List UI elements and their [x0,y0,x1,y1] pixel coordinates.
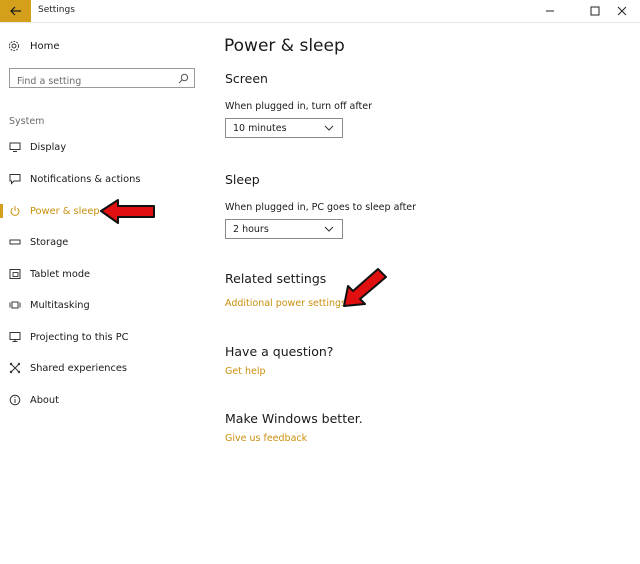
maximize-icon [590,6,600,16]
sidebar-item-multitasking[interactable]: Multitasking [0,293,200,317]
get-help-link[interactable]: Get help [225,366,266,377]
sleep-heading: Sleep [225,172,260,187]
info-icon [9,394,21,406]
sidebar-item-label: Tablet mode [30,268,91,280]
share-icon [9,362,21,374]
sidebar-item-about[interactable]: About [0,388,200,412]
dropdown-value: 10 minutes [233,123,287,134]
search-box[interactable] [9,68,195,91]
page-title: Power & sleep [224,36,345,56]
sidebar-item-label: About [30,394,59,406]
search-icon[interactable] [178,73,189,84]
sidebar-item-storage[interactable]: Storage [0,230,200,254]
related-settings-heading: Related settings [225,271,327,286]
chevron-down-icon [324,226,334,232]
feedback-heading: Make Windows better. [225,411,363,426]
monitor-icon [9,141,21,153]
minimize-icon [546,10,554,12]
sleep-timeout-dropdown[interactable]: 2 hours [225,219,343,239]
question-heading: Have a question? [225,344,334,359]
chevron-down-icon [324,125,334,131]
tablet-icon [9,268,21,280]
sidebar-item-shared-experiences[interactable]: Shared experiences [0,356,200,380]
close-icon [617,6,627,16]
storage-icon [9,236,21,248]
back-arrow-icon [9,6,21,16]
sidebar-item-projecting[interactable]: Projecting to this PC [0,325,200,349]
additional-power-settings-link[interactable]: Additional power settings [225,298,346,309]
screen-heading: Screen [225,71,268,86]
annotation-arrow-icon [343,268,387,307]
minimize-button[interactable] [532,0,568,22]
sidebar-item-tablet-mode[interactable]: Tablet mode [0,262,200,286]
sidebar-item-display[interactable]: Display [0,135,200,159]
window-title: Settings [38,5,75,15]
message-icon [9,173,21,185]
home-label: Home [30,40,60,52]
give-feedback-link[interactable]: Give us feedback [225,433,307,444]
multitasking-icon [9,299,21,311]
sidebar-item-label: Storage [30,236,69,248]
sidebar-home[interactable]: Home [8,40,60,52]
dropdown-value: 2 hours [233,224,269,235]
annotation-arrow-icon [100,199,155,224]
sidebar-item-label: Display [30,141,67,153]
sidebar-item-label: Notifications & actions [30,173,141,185]
sidebar-item-label: Power & sleep [30,205,100,217]
screen-label: When plugged in, turn off after [225,101,373,112]
sidebar-item-notifications[interactable]: Notifications & actions [0,167,200,191]
sidebar-section-label: System [9,116,45,127]
sidebar-item-label: Shared experiences [30,362,128,374]
sleep-label: When plugged in, PC goes to sleep after [225,202,417,213]
sidebar-item-label: Projecting to this PC [30,331,129,343]
back-button[interactable] [0,0,31,22]
projector-icon [9,331,21,343]
close-button[interactable] [604,0,640,22]
title-bar: Settings [0,0,640,23]
active-indicator [0,204,3,218]
search-input[interactable] [17,72,177,91]
gear-icon [8,40,20,52]
power-icon [9,205,21,217]
screen-timeout-dropdown[interactable]: 10 minutes [225,118,343,138]
sidebar-item-label: Multitasking [30,299,90,311]
